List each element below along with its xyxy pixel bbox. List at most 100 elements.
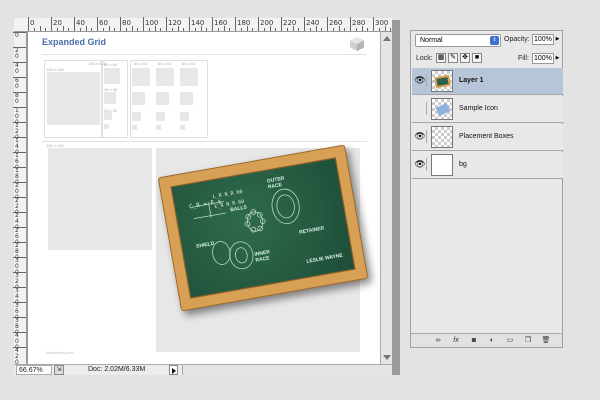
- ruler-tick: [275, 28, 277, 31]
- select-arrows-icon: ⇕: [490, 36, 499, 45]
- folder-icon[interactable]: ▭: [505, 336, 515, 346]
- ruler-tick: [39, 26, 41, 31]
- ruler-left-label: 20: [15, 47, 19, 60]
- ruler-tick: [120, 17, 121, 31]
- ruler-tick: [33, 28, 35, 31]
- blend-mode-value: Normal: [420, 37, 443, 44]
- placement-box-variant: [180, 125, 185, 130]
- ruler-tick: [223, 26, 225, 31]
- opacity-field[interactable]: 100%: [532, 34, 554, 45]
- ruler-tick: [390, 28, 392, 31]
- ruler-top-label: 220: [283, 19, 297, 27]
- lock-transparency-icon[interactable]: ▦: [436, 53, 446, 63]
- placement-box-variant: [180, 112, 189, 121]
- layer-row-placement-boxes[interactable]: 👁 Placement Boxes: [412, 124, 563, 151]
- visibility-toggle-empty[interactable]: [414, 102, 427, 115]
- ruler-tick: [13, 347, 26, 348]
- ruler-tick: [217, 28, 219, 31]
- placement-box-variant: [180, 92, 193, 105]
- ruler-tick: [13, 92, 26, 93]
- ruler-top-label: 100: [145, 19, 159, 27]
- ruler-tick: [143, 17, 144, 31]
- opacity-label: Opacity:: [504, 36, 530, 43]
- visibility-eye-icon[interactable]: 👁: [414, 74, 427, 87]
- iconfactory-logo-icon: [350, 37, 364, 51]
- ruler-tick: [56, 28, 58, 31]
- ruler-tick: [355, 28, 357, 31]
- placement-box-variant: [132, 112, 141, 121]
- fill-field[interactable]: 100%: [532, 53, 554, 64]
- status-menu-icon[interactable]: ⇲: [54, 365, 64, 375]
- lock-paint-icon[interactable]: ✎: [448, 53, 458, 63]
- ruler-top-label: 140: [191, 19, 205, 27]
- ruler-tick: [13, 47, 26, 48]
- layer-row-sample-icon[interactable]: Sample Icon: [412, 96, 563, 123]
- ruler-tick: [309, 28, 311, 31]
- fill-dropdown-icon[interactable]: ▶: [554, 53, 561, 64]
- bearing-diagram-icon: [191, 188, 300, 270]
- visibility-eye-icon[interactable]: 👁: [414, 130, 427, 143]
- ruler-top-label: 300: [375, 19, 389, 27]
- ruler-tick: [13, 212, 26, 213]
- ruler-tick: [252, 28, 254, 31]
- placement-box-variant: [156, 125, 161, 130]
- ruler-tick: [177, 26, 179, 31]
- status-arrow-button[interactable]: [169, 365, 178, 375]
- ruler-left[interactable]: 0204060801001201401601802002202402602803…: [13, 32, 27, 366]
- opacity-dropdown-icon[interactable]: ▶: [554, 34, 561, 45]
- ruler-tick: [206, 28, 208, 31]
- ruler-tick: [13, 257, 26, 258]
- grid-label-variant-b: 64 x 64: [158, 61, 172, 66]
- ruler-tick: [13, 167, 26, 168]
- layer-thumbnail: [431, 154, 453, 176]
- placement-box-variant: [156, 92, 169, 105]
- ruler-tick: [45, 28, 47, 31]
- zoom-field[interactable]: 66.67%: [16, 365, 52, 375]
- ruler-tick: [13, 137, 26, 138]
- ruler-tick: [13, 272, 26, 273]
- ruler-tick: [240, 28, 242, 31]
- ruler-top[interactable]: 0 20 40 60 80 100 120 140 160 180 200 220 240 260 280 3…: [14, 17, 392, 32]
- document-footer: iconfactory.com: [46, 350, 74, 355]
- link-icon[interactable]: ∞: [433, 336, 443, 346]
- ruler-tick: [13, 152, 26, 153]
- placement-box-variant: [132, 68, 150, 86]
- ruler-left-label: 80: [15, 92, 19, 105]
- lock-position-icon[interactable]: ✥: [460, 53, 470, 63]
- layer-row-bg[interactable]: 👁 bg: [412, 152, 563, 179]
- placement-box-48: [104, 92, 116, 104]
- ruler-tick: [298, 28, 300, 31]
- new-layer-icon[interactable]: ❐: [523, 336, 533, 346]
- document-canvas[interactable]: Expanded Grid 128 x 128 128 x 128 64 x 6…: [28, 32, 380, 364]
- ruler-left-label: 0: [15, 32, 19, 39]
- ruler-top-label: 40: [76, 19, 85, 27]
- ruler-tick: [367, 28, 369, 31]
- fx-icon[interactable]: fx: [451, 336, 461, 346]
- ruler-tick: [258, 17, 259, 31]
- layer-row-layer-1[interactable]: 👁 Layer 1: [412, 68, 563, 95]
- ruler-tick: [108, 26, 110, 31]
- layer-name: bg: [459, 161, 467, 168]
- horizontal-scrollbar[interactable]: [182, 365, 392, 375]
- ruler-tick: [79, 28, 81, 31]
- grid-label-64: 64 x 64: [104, 62, 118, 67]
- section-rule: [42, 141, 367, 142]
- ruler-top-label: 200: [260, 19, 274, 27]
- ruler-tick: [327, 17, 328, 31]
- ruler-top-label: 240: [306, 19, 320, 27]
- layer-name: Sample Icon: [459, 105, 498, 112]
- layer-name: Layer 1: [459, 77, 484, 84]
- lock-all-icon[interactable]: ■: [472, 53, 482, 63]
- ruler-tick: [286, 28, 288, 31]
- scroll-down-arrow-icon[interactable]: [383, 355, 391, 360]
- ruler-tick: [281, 17, 282, 31]
- blend-mode-select[interactable]: Normal ⇕: [415, 34, 501, 47]
- adjustment-icon[interactable]: ◐: [487, 336, 497, 346]
- ruler-left-label: 40: [15, 62, 19, 75]
- vertical-scrollbar[interactable]: [380, 32, 392, 364]
- scroll-up-arrow-icon[interactable]: [383, 36, 391, 41]
- visibility-eye-icon[interactable]: 👁: [414, 158, 427, 171]
- mask-icon[interactable]: ◙: [469, 336, 479, 346]
- ruler-tick: [246, 26, 248, 31]
- trash-icon[interactable]: 🗑: [541, 336, 551, 346]
